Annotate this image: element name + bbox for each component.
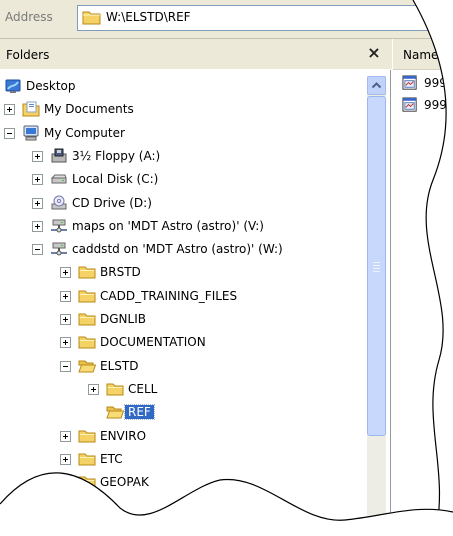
thumb-grip <box>373 271 380 272</box>
tree-node-label[interactable]: BRSTD <box>100 265 141 279</box>
folder-icon <box>78 263 96 281</box>
cd-drive-icon <box>50 194 68 212</box>
folder-icon <box>78 333 96 351</box>
tree-node-label[interactable]: Local Disk (C:) <box>72 172 158 186</box>
tree-node[interactable]: DOCUMENTATION <box>0 332 366 352</box>
expand-icon[interactable] <box>60 314 71 325</box>
expand-icon[interactable] <box>32 197 43 209</box>
expand-icon[interactable] <box>60 430 71 442</box>
collapse-icon[interactable] <box>32 244 43 256</box>
expand-icon[interactable] <box>60 267 71 279</box>
tree-node[interactable]: 3½ Floppy (A:) <box>0 146 366 166</box>
tree-node-label[interactable]: 3½ Floppy (A:) <box>72 149 160 163</box>
tree-node[interactable]: Local Disk (C:) <box>0 169 366 189</box>
expand-icon[interactable] <box>88 383 99 395</box>
address-bar: Address W:\ELSTD\REF <box>0 0 453 39</box>
folder-open-icon <box>78 357 97 375</box>
tree-node-label[interactable]: CELL <box>128 382 157 396</box>
scroll-thumb[interactable] <box>367 96 386 436</box>
tree-node-label[interactable]: ELSTD <box>100 359 138 373</box>
tree-node[interactable]: caddstd on 'MDT Astro (astro)' (W:) <box>0 239 366 259</box>
folder-icon <box>78 427 96 445</box>
chevron-up-icon <box>371 82 382 89</box>
tree-node[interactable]: CADD_TRAINING_FILES <box>0 286 366 306</box>
tree-node[interactable]: DGNLIB <box>0 309 366 329</box>
thumb-grip <box>373 265 380 266</box>
folders-pane-header: Folders × <box>0 39 392 69</box>
network-drive-icon <box>50 240 68 258</box>
floppy-drive-icon <box>50 147 68 165</box>
folder-icon <box>82 11 101 25</box>
collapse-icon[interactable] <box>4 127 15 139</box>
tree-node-label[interactable]: maps on 'MDT Astro (astro)' (V:) <box>72 219 264 233</box>
address-label: Address <box>5 10 53 24</box>
expand-icon[interactable] <box>60 337 71 349</box>
tree-node-label[interactable]: caddstd on 'MDT Astro (astro)' (W:) <box>72 242 283 256</box>
tree-node-label[interactable]: DGNLIB <box>100 312 146 326</box>
tree-node[interactable]: Desktop <box>0 76 366 96</box>
tree-node[interactable]: My Documents <box>0 99 366 119</box>
close-icon[interactable]: × <box>364 43 384 63</box>
tree-node[interactable]: maps on 'MDT Astro (astro)' (V:) <box>0 216 366 236</box>
expand-icon[interactable] <box>60 290 71 302</box>
thumb-grip <box>373 268 380 269</box>
folder-icon <box>78 310 96 328</box>
expand-icon[interactable] <box>32 174 43 186</box>
tree-node[interactable]: ENVIRO <box>0 426 366 446</box>
tree-node-label[interactable]: ENVIRO <box>100 429 146 443</box>
torn-edge-bottom <box>0 472 453 536</box>
local-disk-icon <box>50 170 68 188</box>
desktop-icon <box>4 77 22 95</box>
network-drive-icon <box>50 217 68 235</box>
tree-node-label[interactable]: DOCUMENTATION <box>100 335 206 349</box>
tree-node[interactable]: CELL <box>0 379 366 399</box>
my-computer-icon <box>22 124 40 142</box>
explorer-window-fragment: Address W:\ELSTD\REF Folders × Desktop My… <box>0 0 453 536</box>
collapse-icon[interactable] <box>60 360 71 372</box>
address-path[interactable]: W:\ELSTD\REF <box>106 10 191 24</box>
scroll-up-button[interactable] <box>367 76 386 95</box>
tree-node[interactable]: ELSTD <box>0 356 366 376</box>
folders-pane-title: Folders <box>6 48 50 62</box>
folder-icon <box>78 287 96 305</box>
expand-icon[interactable] <box>32 220 43 232</box>
tree-node-label[interactable]: CADD_TRAINING_FILES <box>100 289 237 303</box>
tree-node-label[interactable]: CD Drive (D:) <box>72 196 152 210</box>
tree-node[interactable]: BRSTD <box>0 262 366 282</box>
expand-icon[interactable] <box>4 104 15 116</box>
tree-node-label[interactable]: REF <box>124 404 155 421</box>
thumb-grip <box>373 262 380 263</box>
tree-node-label[interactable]: My Documents <box>44 102 134 116</box>
folder-open-icon <box>106 403 125 421</box>
torn-edge-right <box>412 0 453 536</box>
expand-icon[interactable] <box>32 150 43 162</box>
tree-node[interactable]: My Computer <box>0 123 366 143</box>
my-documents-icon <box>22 100 40 118</box>
tree-node-label[interactable]: Desktop <box>26 79 76 93</box>
tree-node[interactable]: CD Drive (D:) <box>0 193 366 213</box>
tree-node[interactable]: REF <box>0 402 366 422</box>
tree-node-label[interactable]: My Computer <box>44 126 125 140</box>
folder-icon <box>106 380 124 398</box>
